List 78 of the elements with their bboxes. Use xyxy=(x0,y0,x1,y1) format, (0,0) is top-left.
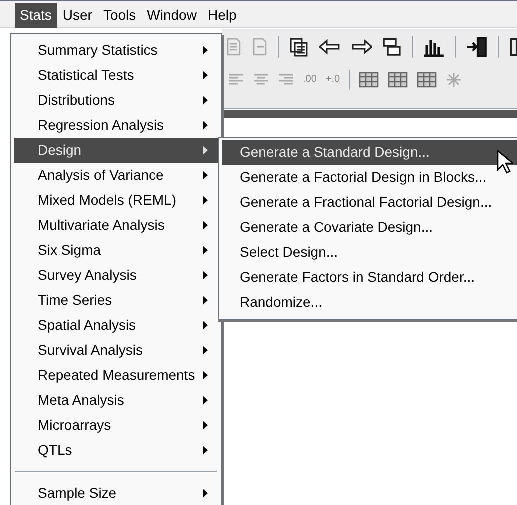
menu-item-label: Repeated Measurements xyxy=(38,366,196,385)
submenu-item[interactable]: Randomize... xyxy=(222,290,517,315)
menu-item[interactable]: Statistical Tests xyxy=(14,63,218,88)
menu-item[interactable]: QTLs xyxy=(14,438,218,463)
menu-item[interactable]: Repeated Measurements xyxy=(14,363,218,388)
box-icon[interactable] xyxy=(509,38,517,56)
mouse-cursor-icon xyxy=(497,150,513,174)
window-icon[interactable] xyxy=(382,37,402,57)
menu-item[interactable]: Regression Analysis xyxy=(14,113,218,138)
right-arrow-icon[interactable] xyxy=(350,39,372,55)
stacked-pages-icon[interactable] xyxy=(288,37,309,57)
submenu-item[interactable]: Generate a Fractional Factorial Design... xyxy=(222,190,517,215)
submenu-arrow-icon xyxy=(203,96,208,105)
submenu-arrow-icon xyxy=(203,296,208,305)
submenu-arrow-icon xyxy=(203,121,208,130)
submenu-arrow-icon xyxy=(203,346,208,355)
submenu-item[interactable]: Generate a Covariate Design... xyxy=(222,215,517,240)
submenu-arrow-icon xyxy=(203,396,208,405)
menu-item-label: Summary Statistics xyxy=(38,41,158,60)
menu-item-label: Spatial Analysis xyxy=(38,316,136,335)
menu-item[interactable]: Sample Size xyxy=(14,481,218,505)
menu-item-label: Multivariate Analysis xyxy=(38,216,165,235)
submenu-item[interactable]: Generate Factors in Standard Order... xyxy=(222,265,517,290)
submenu-arrow-icon xyxy=(203,221,208,230)
menu-item[interactable]: Mixed Models (REML) xyxy=(14,188,218,213)
menu-item-label: Meta Analysis xyxy=(38,391,124,410)
menu-item[interactable]: Analysis of Variance xyxy=(14,163,218,188)
menu-item[interactable]: Multivariate Analysis xyxy=(14,213,218,238)
grid-icon[interactable] xyxy=(388,72,408,88)
menu-bar-item[interactable]: Stats xyxy=(15,3,57,28)
menu-item-label: Mixed Models (REML) xyxy=(38,191,176,210)
menu-item[interactable]: Summary Statistics xyxy=(14,38,218,63)
submenu-item[interactable]: Select Design... xyxy=(222,240,517,265)
menu-item-label: Distributions xyxy=(38,91,116,110)
submenu-arrow-icon xyxy=(203,489,208,498)
menu-item-label: Statistical Tests xyxy=(38,66,134,85)
menu-bar-item[interactable]: User xyxy=(58,3,98,28)
menu-bar-item[interactable]: Tools xyxy=(98,3,142,28)
submenu-item[interactable]: Generate a Factorial Design in Blocks... xyxy=(222,165,517,190)
menu-item-label: Microarrays xyxy=(38,416,112,435)
menu-item-label: Survival Analysis xyxy=(38,341,144,360)
menu-item[interactable]: Design xyxy=(14,138,218,163)
submenu-arrow-icon xyxy=(203,271,208,280)
submenu-arrow-icon xyxy=(203,371,208,380)
menu-bar-item[interactable]: Window xyxy=(142,3,202,28)
menu-item[interactable]: Microarrays xyxy=(14,413,218,438)
menu-item[interactable]: Six Sigma xyxy=(14,238,218,263)
menu-item-label: Analysis of Variance xyxy=(38,166,164,185)
submenu-arrow-icon xyxy=(203,46,208,55)
submenu-arrow-icon xyxy=(203,196,208,205)
menu-bar-item[interactable]: Help xyxy=(202,3,242,28)
menu-item-label: Sample Size xyxy=(38,484,117,503)
menu-item-label: Survey Analysis xyxy=(38,266,137,285)
submenu-arrow-icon xyxy=(203,171,208,180)
menu-item-label: Regression Analysis xyxy=(38,116,164,135)
submenu-arrow-icon xyxy=(203,321,208,330)
door-arrow-icon[interactable] xyxy=(466,37,488,57)
submenu-arrow-icon xyxy=(203,146,208,155)
submenu-arrow-icon xyxy=(203,246,208,255)
menu-item[interactable]: Distributions xyxy=(14,88,218,113)
menu-item[interactable]: Spatial Analysis xyxy=(14,313,218,338)
grid-icon[interactable] xyxy=(359,72,380,88)
submenu-arrow-icon xyxy=(203,421,208,430)
menu-item[interactable]: Survival Analysis xyxy=(14,338,218,363)
menu-item-label: Design xyxy=(38,141,82,160)
submenu-arrow-icon xyxy=(203,446,208,455)
bar-chart-icon[interactable] xyxy=(423,37,446,57)
menu-item[interactable]: Survey Analysis xyxy=(14,263,218,288)
menu-item[interactable]: Time Series xyxy=(14,288,218,313)
menu-item-label: QTLs xyxy=(38,441,72,460)
grid-icon[interactable] xyxy=(417,72,438,88)
menu-item-label: Time Series xyxy=(38,291,112,310)
left-arrow-icon[interactable] xyxy=(318,39,341,55)
submenu-arrow-icon xyxy=(203,71,208,80)
menu-item[interactable]: Meta Analysis xyxy=(14,388,218,413)
menu-item-label: Six Sigma xyxy=(38,241,102,260)
submenu-item[interactable]: Generate a Standard Design... xyxy=(222,140,517,165)
star-icon[interactable] xyxy=(446,72,462,88)
